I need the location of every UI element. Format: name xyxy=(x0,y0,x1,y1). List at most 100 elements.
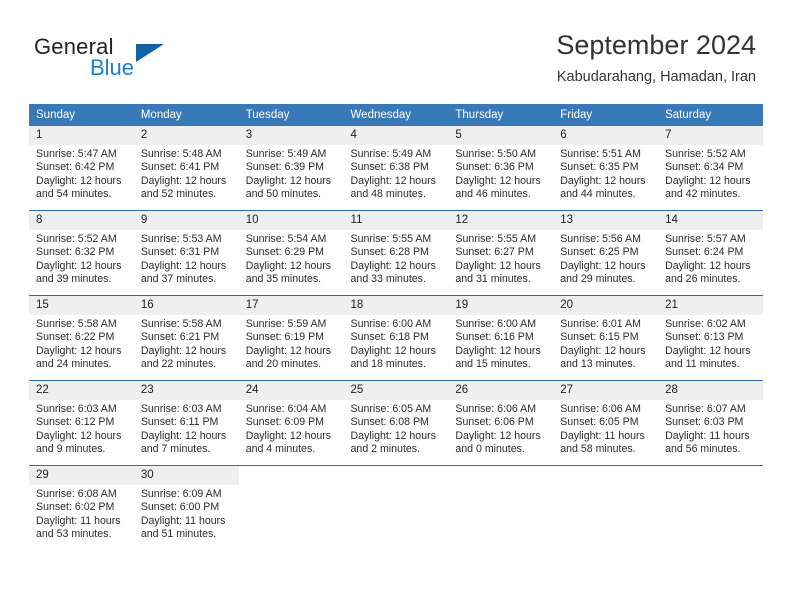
sunset-time: Sunset: 6:11 PM xyxy=(140,416,219,429)
calendar-cell[interactable]: 6 Sunrise: 5:51 AM Sunset: 6:35 PM Daylight… xyxy=(553,126,659,211)
daylight-duration-line1: Daylight: 12 hours xyxy=(36,429,122,442)
calendar-cell[interactable]: 28 Sunrise: 6:07 AM Sunset: 6:03 PM Dayligh… xyxy=(658,380,763,466)
day-cell[interactable]: 19 Sunrise: 6:00 AM Sunset: 6:16 PM Dayligh… xyxy=(448,296,554,380)
calendar-cell[interactable]: 30 Sunrise: 6:09 AM Sunset: 6:00 PM Dayligh… xyxy=(133,465,239,550)
calendar-cell[interactable]: 16 Sunrise: 5:58 AM Sunset: 6:21 PM Dayligh… xyxy=(133,295,239,381)
calendar-cell[interactable] xyxy=(343,465,449,550)
day-cell[interactable]: 3 Sunrise: 5:49 AM Sunset: 6:39 PM Daylight… xyxy=(238,126,344,210)
sunset-time: Sunset: 6:34 PM xyxy=(665,161,744,174)
day-cell[interactable]: 5 Sunrise: 5:50 AM Sunset: 6:36 PM Daylight… xyxy=(448,126,554,210)
calendar-cell[interactable]: 4 Sunrise: 5:49 AM Sunset: 6:38 PM Daylight… xyxy=(343,126,449,211)
day-cell[interactable]: 28 Sunrise: 6:07 AM Sunset: 6:03 PM Dayligh… xyxy=(658,381,763,465)
daylight-duration-line2: and 46 minutes. xyxy=(455,188,531,201)
day-details: Sunrise: 5:50 AM Sunset: 6:36 PM Daylight:… xyxy=(448,145,553,202)
day-cell[interactable]: 4 Sunrise: 5:49 AM Sunset: 6:38 PM Daylight… xyxy=(343,126,449,210)
day-cell[interactable]: 11 Sunrise: 5:55 AM Sunset: 6:28 PM Dayligh… xyxy=(343,211,449,295)
day-cell[interactable]: 27 Sunrise: 6:06 AM Sunset: 6:05 PM Dayligh… xyxy=(553,381,659,465)
day-details: Sunrise: 6:06 AM Sunset: 6:05 PM Daylight:… xyxy=(553,400,658,457)
day-cell[interactable]: 6 Sunrise: 5:51 AM Sunset: 6:35 PM Daylight… xyxy=(553,126,659,210)
day-cell[interactable]: 15 Sunrise: 5:58 AM Sunset: 6:22 PM Dayligh… xyxy=(29,296,134,380)
calendar-cell[interactable]: 26 Sunrise: 6:06 AM Sunset: 6:06 PM Dayligh… xyxy=(448,380,554,466)
day-cell[interactable]: 25 Sunrise: 6:05 AM Sunset: 6:08 PM Dayligh… xyxy=(343,381,449,465)
calendar-cell[interactable]: 22 Sunrise: 6:03 AM Sunset: 6:12 PM Dayligh… xyxy=(29,380,134,466)
calendar-cell[interactable]: 29 Sunrise: 6:08 AM Sunset: 6:02 PM Dayligh… xyxy=(29,465,134,550)
day-cell[interactable]: 7 Sunrise: 5:52 AM Sunset: 6:34 PM Daylight… xyxy=(658,126,763,210)
day-cell[interactable]: 14 Sunrise: 5:57 AM Sunset: 6:24 PM Dayligh… xyxy=(658,211,763,295)
daylight-duration-line2: and 39 minutes. xyxy=(36,273,112,286)
day-details: Sunrise: 6:04 AM Sunset: 6:09 PM Daylight:… xyxy=(239,400,344,457)
calendar-cell[interactable]: 11 Sunrise: 5:55 AM Sunset: 6:28 PM Dayligh… xyxy=(343,210,449,296)
day-cell[interactable]: 22 Sunrise: 6:03 AM Sunset: 6:12 PM Dayligh… xyxy=(29,381,134,465)
day-cell[interactable]: 23 Sunrise: 6:03 AM Sunset: 6:11 PM Dayligh… xyxy=(133,381,239,465)
calendar-cell[interactable]: 20 Sunrise: 6:01 AM Sunset: 6:15 PM Dayligh… xyxy=(553,295,659,381)
day-cell[interactable]: 21 Sunrise: 6:02 AM Sunset: 6:13 PM Dayligh… xyxy=(658,296,763,380)
calendar-cell[interactable]: 14 Sunrise: 5:57 AM Sunset: 6:24 PM Dayligh… xyxy=(658,210,763,296)
sunrise-time: Sunrise: 6:08 AM xyxy=(36,488,117,500)
calendar-cell[interactable]: 18 Sunrise: 6:00 AM Sunset: 6:18 PM Dayligh… xyxy=(343,295,449,381)
day-details: Sunrise: 6:00 AM Sunset: 6:16 PM Daylight:… xyxy=(448,315,553,372)
calendar-cell[interactable]: 15 Sunrise: 5:58 AM Sunset: 6:22 PM Dayligh… xyxy=(29,295,134,381)
day-cell[interactable]: 17 Sunrise: 5:59 AM Sunset: 6:19 PM Dayligh… xyxy=(238,296,344,380)
day-details: Sunrise: 6:03 AM Sunset: 6:11 PM Daylight:… xyxy=(134,400,239,457)
calendar-cell[interactable]: 19 Sunrise: 6:00 AM Sunset: 6:16 PM Dayligh… xyxy=(448,295,554,381)
sunset-time: Sunset: 6:18 PM xyxy=(350,331,429,344)
calendar-cell[interactable]: 10 Sunrise: 5:54 AM Sunset: 6:29 PM Dayligh… xyxy=(238,210,344,296)
day-number xyxy=(553,466,659,485)
daylight-duration-line2: and 2 minutes. xyxy=(350,443,421,456)
day-cell[interactable]: 24 Sunrise: 6:04 AM Sunset: 6:09 PM Dayligh… xyxy=(238,381,344,465)
day-cell[interactable]: 12 Sunrise: 5:55 AM Sunset: 6:27 PM Dayligh… xyxy=(448,211,554,295)
sunrise-time: Sunrise: 5:49 AM xyxy=(350,148,432,160)
calendar-cell[interactable] xyxy=(553,465,659,550)
calendar-cell[interactable]: 17 Sunrise: 5:59 AM Sunset: 6:19 PM Dayligh… xyxy=(238,295,344,381)
day-cell[interactable]: 30 Sunrise: 6:09 AM Sunset: 6:00 PM Dayligh… xyxy=(133,466,239,550)
calendar-cell[interactable]: 7 Sunrise: 5:52 AM Sunset: 6:34 PM Daylight… xyxy=(658,126,763,211)
day-cell[interactable]: 1 Sunrise: 5:47 AM Sunset: 6:42 PM Daylight… xyxy=(29,126,134,210)
day-cell[interactable]: 29 Sunrise: 6:08 AM Sunset: 6:02 PM Dayligh… xyxy=(29,466,134,550)
calendar-cell[interactable]: 1 Sunrise: 5:47 AM Sunset: 6:42 PM Daylight… xyxy=(29,126,134,211)
sunrise-time: Sunrise: 6:05 AM xyxy=(350,403,432,415)
sunset-time: Sunset: 6:19 PM xyxy=(245,331,325,344)
calendar-cell[interactable] xyxy=(448,465,554,550)
calendar-cell[interactable] xyxy=(238,465,344,550)
calendar-cell[interactable]: 24 Sunrise: 6:04 AM Sunset: 6:09 PM Dayligh… xyxy=(238,380,344,466)
day-cell[interactable]: 2 Sunrise: 5:48 AM Sunset: 6:41 PM Daylight… xyxy=(133,126,239,210)
daylight-duration-line1: Daylight: 12 hours xyxy=(455,174,541,187)
day-cell[interactable]: 16 Sunrise: 5:58 AM Sunset: 6:21 PM Dayligh… xyxy=(133,296,239,380)
daylight-duration-line1: Daylight: 12 hours xyxy=(455,429,541,442)
sunrise-time: Sunrise: 5:58 AM xyxy=(140,318,222,330)
sunset-time: Sunset: 6:02 PM xyxy=(36,501,115,514)
calendar-cell[interactable]: 8 Sunrise: 5:52 AM Sunset: 6:32 PM Daylight… xyxy=(29,210,134,296)
calendar-cell[interactable]: 2 Sunrise: 5:48 AM Sunset: 6:41 PM Daylight… xyxy=(133,126,239,211)
calendar-cell[interactable]: 23 Sunrise: 6:03 AM Sunset: 6:11 PM Dayligh… xyxy=(133,380,239,466)
sunset-time: Sunset: 6:25 PM xyxy=(560,246,639,259)
day-number: 4 xyxy=(343,126,449,145)
calendar-cell[interactable]: 13 Sunrise: 5:56 AM Sunset: 6:25 PM Dayligh… xyxy=(553,210,659,296)
sunrise-time: Sunrise: 6:06 AM xyxy=(560,403,641,415)
calendar-cell[interactable]: 3 Sunrise: 5:49 AM Sunset: 6:39 PM Daylight… xyxy=(238,126,344,211)
calendar-cell[interactable]: 21 Sunrise: 6:02 AM Sunset: 6:13 PM Dayligh… xyxy=(658,295,763,381)
day-cell[interactable]: 13 Sunrise: 5:56 AM Sunset: 6:25 PM Dayligh… xyxy=(553,211,659,295)
sunset-time: Sunset: 6:15 PM xyxy=(560,331,639,344)
calendar-cell[interactable]: 9 Sunrise: 5:53 AM Sunset: 6:31 PM Daylight… xyxy=(133,210,239,296)
calendar-cell[interactable] xyxy=(658,465,763,550)
weekday-header-monday: Monday xyxy=(133,104,239,126)
day-cell[interactable]: 9 Sunrise: 5:53 AM Sunset: 6:31 PM Daylight… xyxy=(133,211,239,295)
sunset-time: Sunset: 6:22 PM xyxy=(36,331,115,344)
calendar-cell[interactable]: 25 Sunrise: 6:05 AM Sunset: 6:08 PM Dayligh… xyxy=(343,380,449,466)
calendar-cell[interactable]: 12 Sunrise: 5:55 AM Sunset: 6:27 PM Dayligh… xyxy=(448,210,554,296)
page-title: September 2024 xyxy=(556,30,756,60)
sunset-time: Sunset: 6:16 PM xyxy=(455,331,534,344)
day-number: 2 xyxy=(133,126,239,145)
day-number: 21 xyxy=(658,296,763,315)
day-cell[interactable]: 8 Sunrise: 5:52 AM Sunset: 6:32 PM Daylight… xyxy=(29,211,134,295)
calendar-cell[interactable]: 27 Sunrise: 6:06 AM Sunset: 6:05 PM Dayligh… xyxy=(553,380,659,466)
daylight-duration-line1: Daylight: 12 hours xyxy=(455,259,541,272)
sunrise-time: Sunrise: 5:56 AM xyxy=(560,233,641,245)
generalblue-logo[interactable]: General Blue xyxy=(34,34,234,84)
daylight-duration-line2: and 26 minutes. xyxy=(665,273,741,286)
day-cell[interactable]: 18 Sunrise: 6:00 AM Sunset: 6:18 PM Dayligh… xyxy=(343,296,449,380)
day-cell[interactable]: 10 Sunrise: 5:54 AM Sunset: 6:29 PM Dayligh… xyxy=(238,211,344,295)
day-cell[interactable]: 26 Sunrise: 6:06 AM Sunset: 6:06 PM Dayligh… xyxy=(448,381,554,465)
calendar-cell[interactable]: 5 Sunrise: 5:50 AM Sunset: 6:36 PM Daylight… xyxy=(448,126,554,211)
day-cell[interactable]: 20 Sunrise: 6:01 AM Sunset: 6:15 PM Dayligh… xyxy=(553,296,659,380)
